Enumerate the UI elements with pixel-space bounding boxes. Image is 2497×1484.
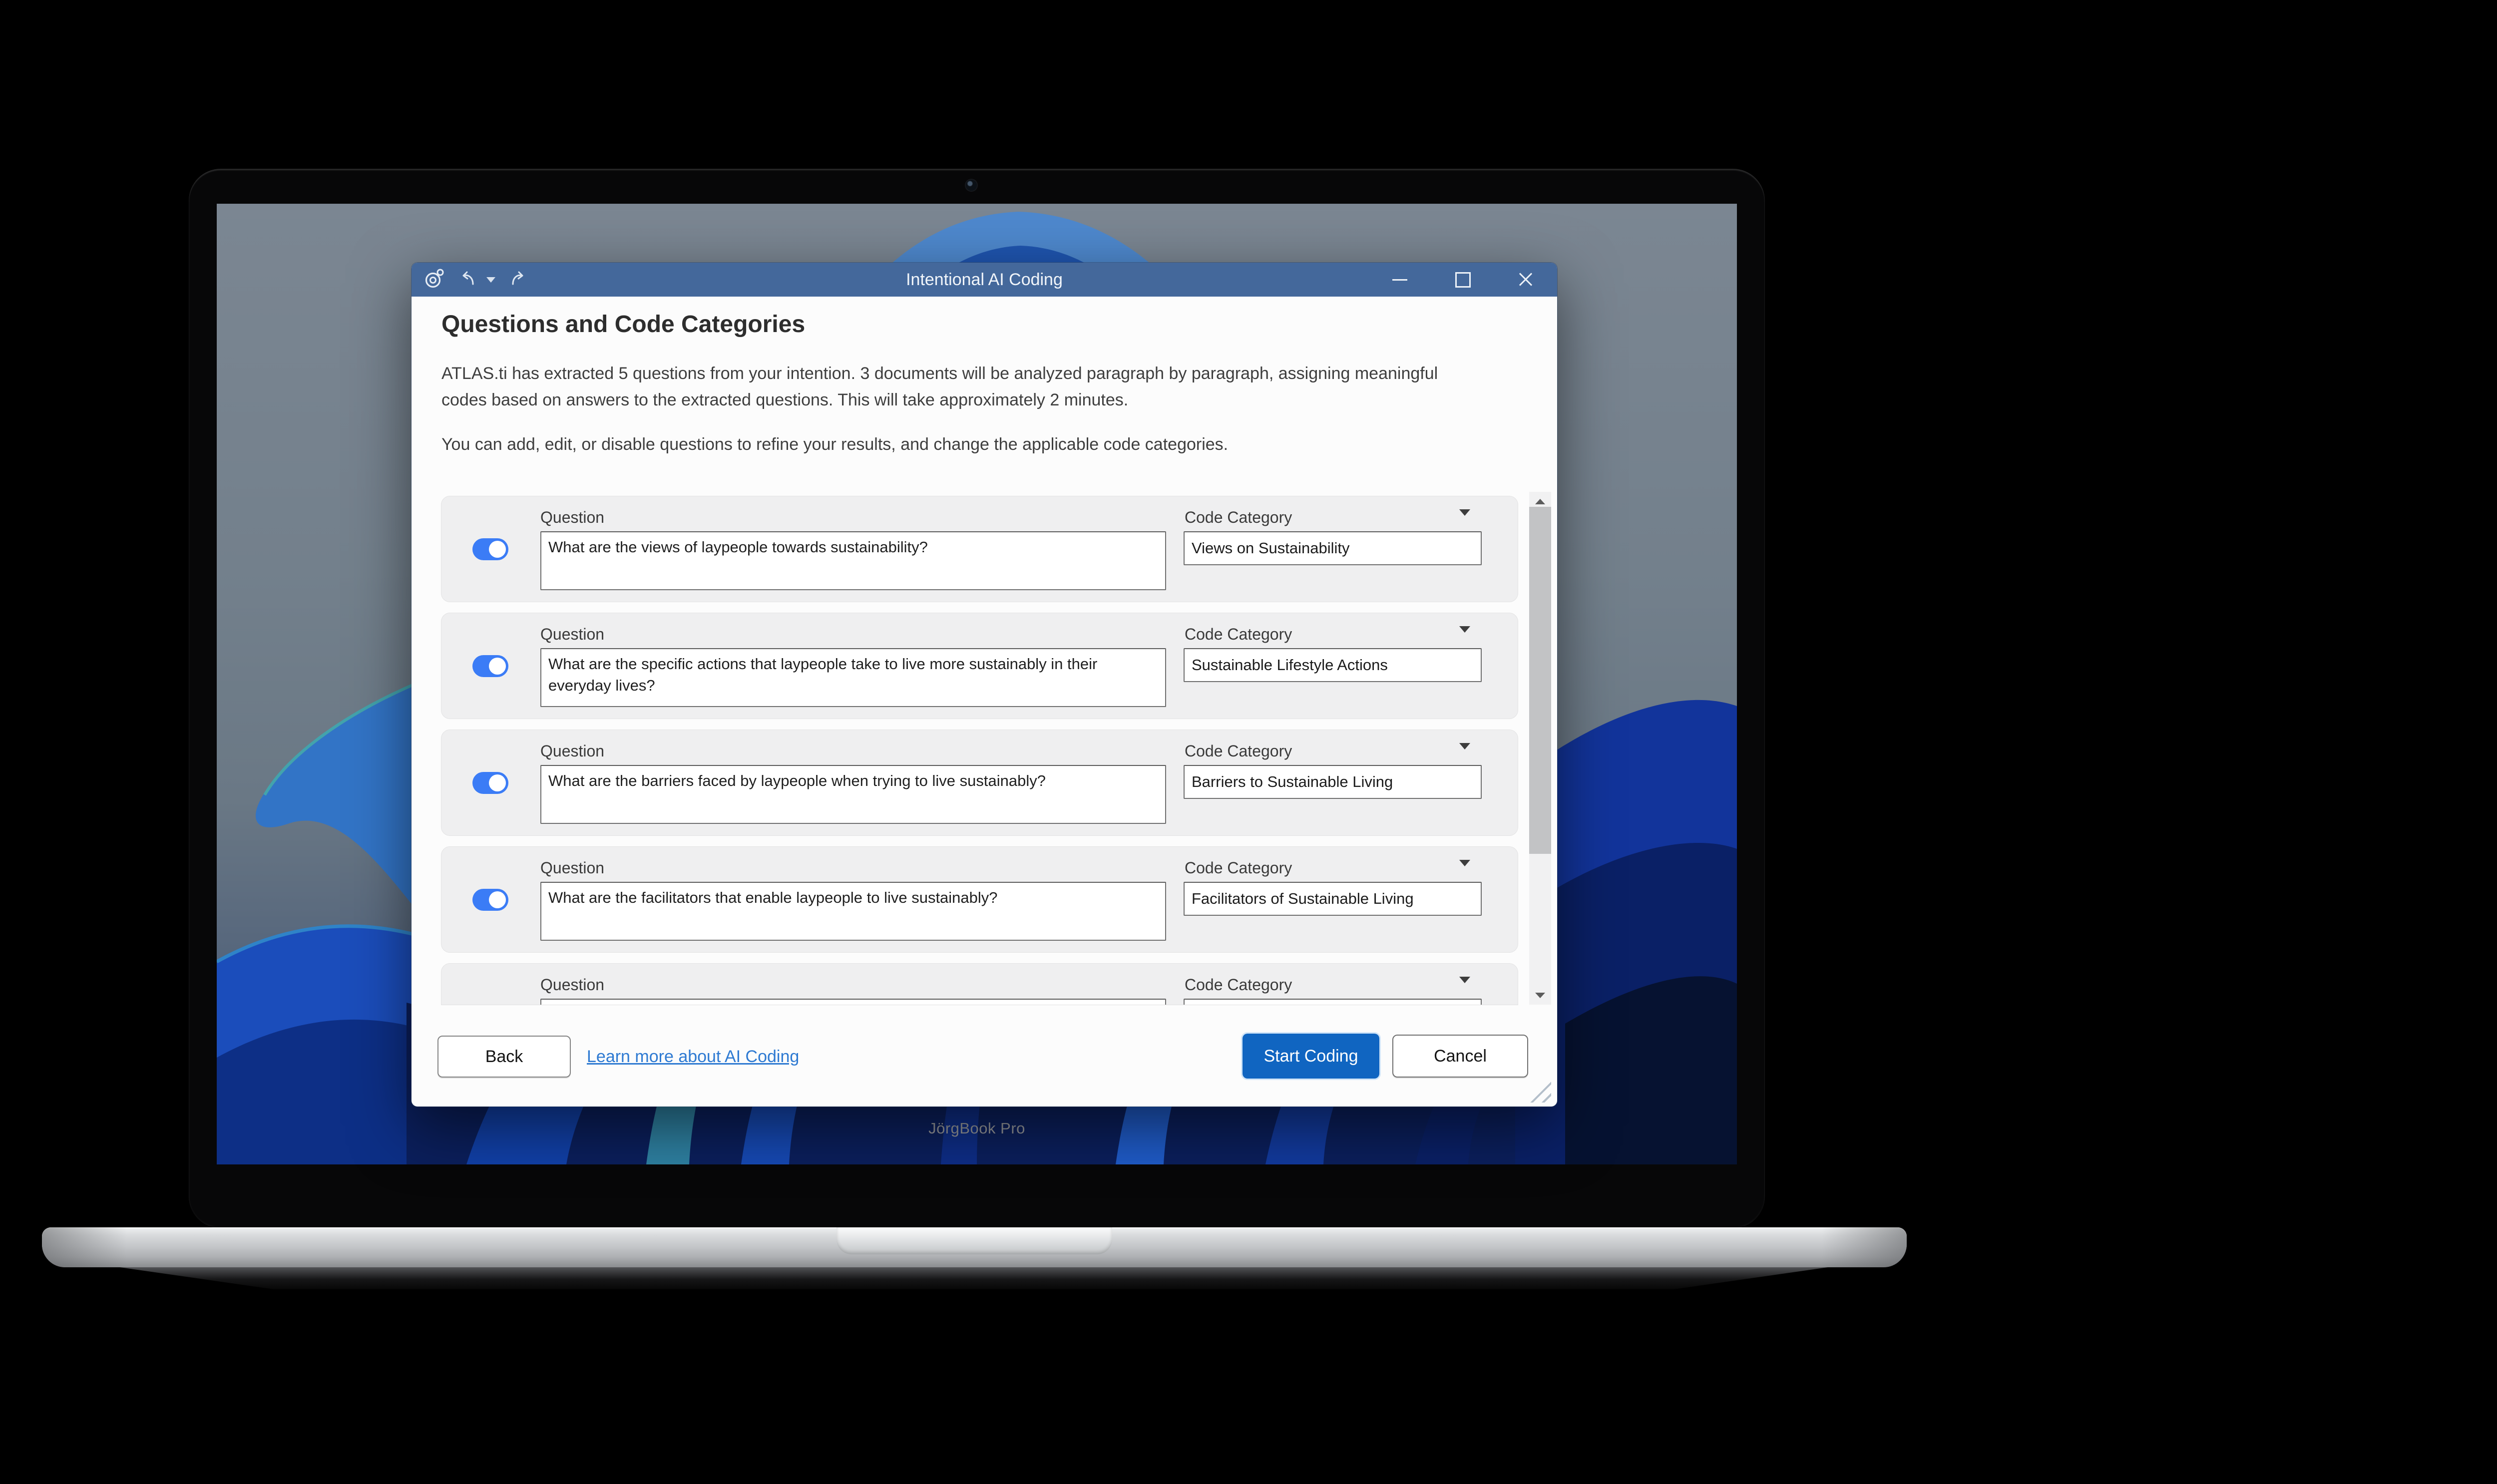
code-category-label: Code Category <box>1185 976 1292 994</box>
close-icon <box>1518 272 1533 287</box>
laptop-base <box>42 1227 1907 1267</box>
ai-coding-dialog: Intentional AI Coding Questions and Code… <box>412 263 1557 1107</box>
scrollbar-thumb[interactable] <box>1529 507 1551 854</box>
question-row: Question What are the views of laypeople… <box>441 496 1518 602</box>
question-toggle[interactable] <box>472 772 508 794</box>
code-category-select[interactable]: Views on Sustainability <box>1184 531 1482 565</box>
maximize-button[interactable] <box>1431 263 1494 297</box>
question-toggle[interactable] <box>472 889 508 911</box>
question-toggle[interactable] <box>472 538 508 560</box>
start-coding-button[interactable]: Start Coding <box>1243 1034 1379 1079</box>
question-label: Question <box>540 625 604 644</box>
question-toggle[interactable] <box>472 655 508 677</box>
device-brand-label: JörgBook Pro <box>217 1119 1737 1137</box>
question-label: Question <box>540 508 604 527</box>
intro-text: ATLAS.ti has extracted 5 questions from … <box>441 361 1485 413</box>
question-label: Question <box>540 742 604 760</box>
question-input[interactable]: What are the views of laypeople towards … <box>540 531 1166 590</box>
code-category-select[interactable]: Barriers to Sustainable Living <box>1184 765 1482 799</box>
webcam-icon <box>966 180 977 191</box>
question-input[interactable]: What are the barriers faced by laypeople… <box>540 765 1166 824</box>
scroll-down-button[interactable] <box>1529 986 1551 1005</box>
question-label: Question <box>540 976 604 994</box>
laptop-base-shadow <box>120 1267 1828 1289</box>
chevron-down-icon <box>1459 626 1470 633</box>
page-title: Questions and Code Categories <box>441 311 805 338</box>
code-category-label: Code Category <box>1185 625 1292 644</box>
laptop-base-notch <box>836 1227 1112 1254</box>
chevron-down-icon <box>1459 860 1470 866</box>
intro-hint-text: You can add, edit, or disable questions … <box>441 431 1485 458</box>
chevron-down-icon <box>1459 743 1470 749</box>
learn-more-link[interactable]: Learn more about AI Coding <box>587 1036 799 1078</box>
code-category-select[interactable] <box>1184 999 1482 1005</box>
maximize-icon <box>1455 272 1471 288</box>
resize-grip-icon[interactable] <box>1525 1077 1551 1103</box>
triangle-up-icon <box>1535 499 1545 504</box>
scrollbar[interactable] <box>1529 492 1551 1005</box>
question-input[interactable] <box>540 999 1166 1005</box>
titlebar[interactable]: Intentional AI Coding <box>412 263 1557 297</box>
code-category-select[interactable]: Sustainable Lifestyle Actions <box>1184 648 1482 682</box>
minimize-button[interactable] <box>1368 263 1431 297</box>
wallpaper-petal-left <box>217 678 426 1164</box>
question-row: Question What are the specific actions t… <box>441 613 1518 719</box>
question-row: Question What are the facilitators that … <box>441 846 1518 953</box>
close-button[interactable] <box>1494 263 1557 297</box>
question-row: Question What are the barriers faced by … <box>441 730 1518 836</box>
question-label: Question <box>540 859 604 877</box>
question-input[interactable]: What are the facilitators that enable la… <box>540 882 1166 941</box>
code-category-label: Code Category <box>1185 742 1292 760</box>
minimize-icon <box>1392 279 1407 281</box>
questions-list: Question What are the views of laypeople… <box>441 492 1518 1005</box>
chevron-down-icon <box>1459 977 1470 983</box>
code-category-label: Code Category <box>1185 508 1292 527</box>
cancel-button[interactable]: Cancel <box>1392 1035 1528 1078</box>
code-category-select[interactable]: Facilitators of Sustainable Living <box>1184 882 1482 916</box>
question-row: Question Code Category <box>441 963 1518 1005</box>
back-button[interactable]: Back <box>437 1036 571 1078</box>
triangle-down-icon <box>1535 993 1545 998</box>
chevron-down-icon <box>1459 509 1470 516</box>
code-category-label: Code Category <box>1185 859 1292 877</box>
question-input[interactable]: What are the specific actions that laype… <box>540 648 1166 707</box>
